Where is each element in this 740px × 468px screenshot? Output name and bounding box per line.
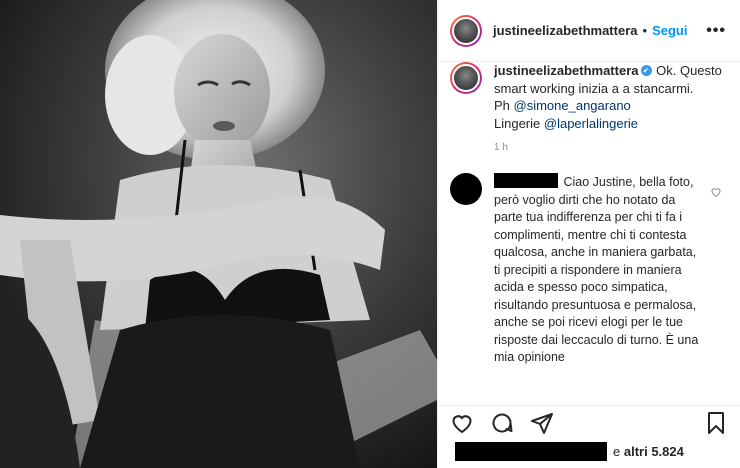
commenter-avatar[interactable]	[450, 173, 482, 205]
post-photo[interactable]	[0, 0, 437, 468]
redacted-username	[494, 173, 558, 188]
redacted-liker-names	[455, 442, 607, 461]
comment-like-heart-icon[interactable]	[710, 185, 722, 203]
comment-body: Ciao Justine, bella foto, però voglio di…	[494, 173, 700, 367]
post-footer: e altri 5.824	[438, 405, 740, 468]
heart-icon[interactable]	[450, 411, 474, 435]
ph-mention-link[interactable]: @simone_angarano	[514, 98, 631, 113]
post-sidebar: justineelizabethmattera • Segui ••• just…	[437, 0, 740, 468]
verified-badge-icon: ✔	[640, 65, 652, 77]
author-username[interactable]: justineelizabethmattera	[493, 23, 638, 38]
caption-author-avatar[interactable]	[450, 62, 482, 94]
ph-credit-label: Ph	[494, 98, 514, 113]
share-icon[interactable]	[530, 411, 554, 435]
author-avatar[interactable]	[450, 14, 482, 47]
lingerie-mention-link[interactable]: @laperlalingerie	[544, 116, 638, 131]
comment-text: Ciao Justine, bella foto, però voglio di…	[494, 175, 699, 364]
bookmark-icon[interactable]	[704, 411, 728, 435]
header-separator: •	[642, 23, 648, 38]
caption-timestamp: 1 h	[494, 142, 508, 153]
action-bar	[438, 406, 740, 439]
caption-username[interactable]: justineelizabethmattera	[494, 63, 639, 78]
lingerie-credit-label: Lingerie	[494, 115, 544, 131]
more-options-icon[interactable]: •••	[706, 22, 726, 40]
comment-item: Ciao Justine, bella foto, però voglio di…	[450, 173, 726, 367]
likes-prefix: e	[613, 444, 621, 459]
comment-icon[interactable]	[490, 411, 514, 435]
likes-line[interactable]: e altri 5.824	[438, 439, 740, 464]
caption: justineelizabethmattera ✔ Ok. Questo smar…	[450, 62, 726, 132]
instagram-post: justineelizabethmattera • Segui ••• just…	[0, 0, 740, 468]
caption-body: justineelizabethmattera ✔ Ok. Questo smar…	[494, 62, 726, 132]
post-header: justineelizabethmattera • Segui •••	[438, 0, 740, 62]
likes-count[interactable]: altri 5.824	[624, 444, 684, 459]
photo-image	[0, 0, 437, 468]
follow-button[interactable]: Segui	[652, 23, 687, 38]
comments-section[interactable]: justineelizabethmattera ✔ Ok. Questo smar…	[438, 62, 740, 405]
